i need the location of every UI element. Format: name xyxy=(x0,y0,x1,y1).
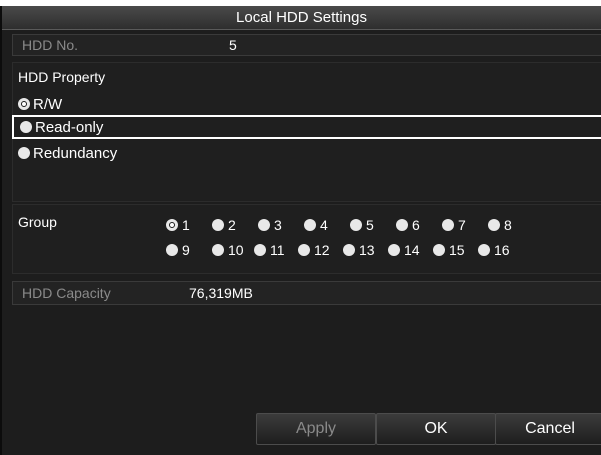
ok-button[interactable]: OK xyxy=(376,413,496,445)
group-option-5[interactable]: 5 xyxy=(350,216,374,234)
radio-icon xyxy=(166,219,178,231)
group-option-7[interactable]: 7 xyxy=(442,216,466,234)
hdd-no-value: 5 xyxy=(229,37,237,53)
group-option-4[interactable]: 4 xyxy=(304,216,328,234)
group-option-label: 13 xyxy=(359,242,375,258)
radio-icon xyxy=(350,219,362,231)
group-option-1[interactable]: 1 xyxy=(166,216,190,234)
group-option-8[interactable]: 8 xyxy=(488,216,512,234)
group-option-label: 9 xyxy=(182,242,190,258)
radio-icon xyxy=(18,98,30,110)
group-option-12[interactable]: 12 xyxy=(298,241,330,259)
group-option-15[interactable]: 15 xyxy=(433,241,465,259)
group-option-2[interactable]: 2 xyxy=(212,216,236,234)
radio-icon xyxy=(396,219,408,231)
group-option-label: 16 xyxy=(494,242,510,258)
group-option-10[interactable]: 10 xyxy=(212,241,244,259)
group-block xyxy=(12,204,601,274)
radio-icon xyxy=(166,244,178,256)
group-option-11[interactable]: 11 xyxy=(254,241,285,259)
radio-icon xyxy=(18,147,30,159)
property-option-redundancy[interactable]: Redundancy xyxy=(12,141,601,165)
radio-icon xyxy=(298,244,310,256)
radio-icon xyxy=(212,219,224,231)
group-option-label: 10 xyxy=(228,242,244,258)
local-hdd-settings-dialog: Local HDD Settings HDD No. 5 HDD Propert… xyxy=(0,6,601,455)
hdd-capacity-value: 76,319MB xyxy=(189,285,253,301)
radio-icon xyxy=(488,219,500,231)
group-option-label: 14 xyxy=(404,242,420,258)
radio-icon xyxy=(20,121,32,133)
group-option-16[interactable]: 16 xyxy=(478,241,510,259)
group-option-label: 15 xyxy=(449,242,465,258)
group-label: Group xyxy=(18,214,57,230)
radio-icon xyxy=(258,219,270,231)
group-option-14[interactable]: 14 xyxy=(388,241,420,259)
radio-icon xyxy=(304,219,316,231)
group-option-label: 2 xyxy=(228,217,236,233)
group-option-label: 8 xyxy=(504,217,512,233)
property-option-read-only[interactable]: Read-only xyxy=(12,115,601,139)
property-option-label: Redundancy xyxy=(33,144,118,162)
hdd-no-label: HDD No. xyxy=(22,37,79,53)
apply-button[interactable]: Apply xyxy=(256,413,376,445)
radio-icon xyxy=(442,219,454,231)
group-option-label: 4 xyxy=(320,217,328,233)
group-option-label: 5 xyxy=(366,217,374,233)
hdd-capacity-label: HDD Capacity xyxy=(22,285,111,301)
group-option-label: 7 xyxy=(458,217,466,233)
radio-icon xyxy=(212,244,224,256)
property-option-rw[interactable]: R/W xyxy=(12,92,601,116)
group-option-9[interactable]: 9 xyxy=(166,241,190,259)
property-option-label: R/W xyxy=(33,95,63,113)
group-option-label: 12 xyxy=(314,242,330,258)
hdd-capacity-row: HDD Capacity 76,319MB xyxy=(12,281,601,305)
hdd-no-row: HDD No. 5 xyxy=(12,34,601,56)
radio-icon xyxy=(478,244,490,256)
group-option-label: 3 xyxy=(274,217,282,233)
group-option-6[interactable]: 6 xyxy=(396,216,420,234)
hdd-property-label: HDD Property xyxy=(18,69,106,85)
group-option-label: 11 xyxy=(270,242,285,258)
group-option-3[interactable]: 3 xyxy=(258,216,282,234)
group-option-label: 6 xyxy=(412,217,420,233)
property-option-label: Read-only xyxy=(35,118,104,136)
radio-icon xyxy=(388,244,400,256)
radio-icon xyxy=(433,244,445,256)
dialog-title: Local HDD Settings xyxy=(2,6,601,30)
radio-icon xyxy=(343,244,355,256)
group-option-label: 1 xyxy=(182,217,190,233)
group-option-13[interactable]: 13 xyxy=(343,241,375,259)
cancel-button[interactable]: Cancel xyxy=(495,413,601,445)
radio-icon xyxy=(254,244,266,256)
